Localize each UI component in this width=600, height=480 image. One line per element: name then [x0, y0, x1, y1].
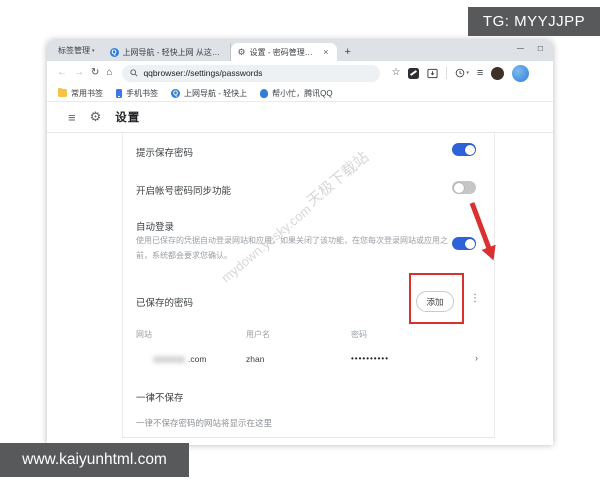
q-favicon-icon: Q	[109, 47, 119, 57]
chevron-down-icon: ▾	[466, 70, 469, 76]
site-watermark: www.kaiyunhtml.com	[0, 443, 189, 477]
column-header-website: 网站	[136, 330, 152, 339]
section-title-saved-passwords: 已保存的密码	[136, 298, 194, 309]
browser-toolbar: ← → ↻ ⌂ qqbrowser://settings/passwords ☆…	[47, 61, 553, 85]
settings-content: 提示保存密码 开启帐号密码同步功能 自动登录 使用已保存的凭据自动登录网站和应用…	[47, 133, 553, 445]
menu-icon[interactable]: ≡	[477, 67, 483, 79]
tab-manager-label: 标签管理	[58, 46, 90, 55]
settings-menu-icon[interactable]: ≡	[68, 110, 76, 125]
browser-window: 标签管理 ▾ Q 上网导航 - 轻快上网 从这里开始 ⚙ 设置 - 密码管理工具…	[47, 40, 553, 445]
blurred-text	[153, 356, 185, 364]
cell-password-mask: ••••••••••	[351, 354, 390, 363]
bookmark-label: 常用书签	[71, 88, 103, 98]
new-tab-button[interactable]: +	[337, 46, 359, 61]
bookmark-star-icon[interactable]: ☆	[391, 68, 400, 78]
red-annotation-arrow	[469, 202, 496, 261]
never-save-hint: 一律不保存密码的网站将显示在这里	[136, 418, 273, 428]
bookmark-navigation[interactable]: Q 上网导航 - 轻快上	[171, 88, 247, 99]
history-button[interactable]: ▾	[455, 68, 469, 78]
minimize-button[interactable]: —	[517, 45, 524, 52]
tab-close-icon[interactable]: ×	[322, 47, 329, 57]
chevron-right-icon[interactable]: ›	[475, 353, 478, 363]
toolbar-right-icons: ☆ ▾ ≡	[391, 64, 530, 82]
toggle-sync[interactable]	[452, 181, 476, 194]
row-label-sync: 开启帐号密码同步功能	[136, 186, 232, 197]
address-bar[interactable]: qqbrowser://settings/passwords	[122, 64, 381, 82]
bookmark-mobile[interactable]: 手机书签	[116, 88, 158, 99]
qq-penguin-icon	[260, 88, 269, 98]
back-icon[interactable]: ←	[57, 68, 67, 78]
gear-icon: ⚙	[89, 109, 102, 124]
tab-navigation-page[interactable]: Q 上网导航 - 轻快上网 从这里开始	[103, 43, 231, 61]
column-header-password: 密码	[351, 330, 367, 339]
q-favicon-icon: Q	[171, 88, 180, 98]
extension-icon[interactable]	[408, 67, 420, 79]
maximize-button[interactable]: □	[538, 43, 543, 53]
more-options-icon[interactable]: ⋮	[470, 293, 480, 304]
tab-manager-button[interactable]: 标签管理 ▾	[47, 45, 103, 61]
chevron-down-icon: ▾	[92, 47, 95, 54]
toggle-knob	[464, 144, 475, 155]
cell-website: .com	[153, 354, 206, 364]
user-avatar[interactable]	[491, 66, 505, 80]
section-title-auto-login: 自动登录	[136, 222, 175, 233]
toolbar-divider	[446, 67, 448, 79]
download-icon[interactable]	[427, 68, 438, 79]
bookmark-label: 帮小忙，腾讯QQ	[272, 88, 333, 98]
row-label-save-prompt: 提示保存密码	[136, 148, 194, 159]
tg-watermark: TG: MYYJJPP	[468, 7, 600, 36]
toggle-save-prompt[interactable]	[452, 143, 476, 156]
qq-profile-avatar[interactable]	[512, 64, 530, 82]
bookmark-label: 手机书签	[126, 88, 158, 98]
tab-title: 设置 - 密码管理工具	[249, 47, 319, 57]
gear-favicon-icon: ⚙	[237, 46, 246, 57]
red-highlight-box	[409, 273, 464, 324]
url-text: qqbrowser://settings/passwords	[143, 68, 263, 78]
folder-icon	[58, 87, 67, 97]
home-icon[interactable]: ⌂	[106, 68, 112, 78]
section-title-never-save: 一律不保存	[136, 393, 184, 404]
column-header-username: 用户名	[246, 330, 270, 339]
tab-strip: 标签管理 ▾ Q 上网导航 - 轻快上网 从这里开始 ⚙ 设置 - 密码管理工具…	[47, 40, 553, 61]
search-icon	[130, 69, 138, 77]
window-controls: — □	[517, 43, 543, 53]
bookmark-common[interactable]: 常用书签	[58, 87, 103, 99]
cell-username: zhan	[246, 354, 265, 364]
tab-settings[interactable]: ⚙ 设置 - 密码管理工具 ×	[230, 43, 337, 61]
history-clock-icon	[456, 68, 465, 78]
tab-title: 上网导航 - 轻快上网 从这里开始	[122, 47, 223, 57]
bookmark-label: 上网导航 - 轻快上	[184, 88, 248, 98]
bookmark-qq-help[interactable]: 帮小忙，腾讯QQ	[260, 88, 333, 99]
bookmarks-bar: 常用书签 手机书签 Q 上网导航 - 轻快上 帮小忙，腾讯QQ	[47, 85, 553, 102]
forward-icon[interactable]: →	[74, 68, 84, 78]
reload-icon[interactable]: ↻	[91, 68, 99, 78]
phone-icon	[116, 88, 122, 98]
passwords-card: 提示保存密码 开启帐号密码同步功能 自动登录 使用已保存的凭据自动登录网站和应用…	[122, 133, 496, 438]
auto-login-description: 使用已保存的凭据自动登录网站和应用，如果关闭了该功能，在您每次登录网站或应用之前…	[136, 236, 448, 260]
page-title: 设置	[115, 112, 141, 124]
settings-header: ≡ ⚙ 设置	[47, 102, 553, 133]
toggle-knob	[453, 182, 464, 193]
